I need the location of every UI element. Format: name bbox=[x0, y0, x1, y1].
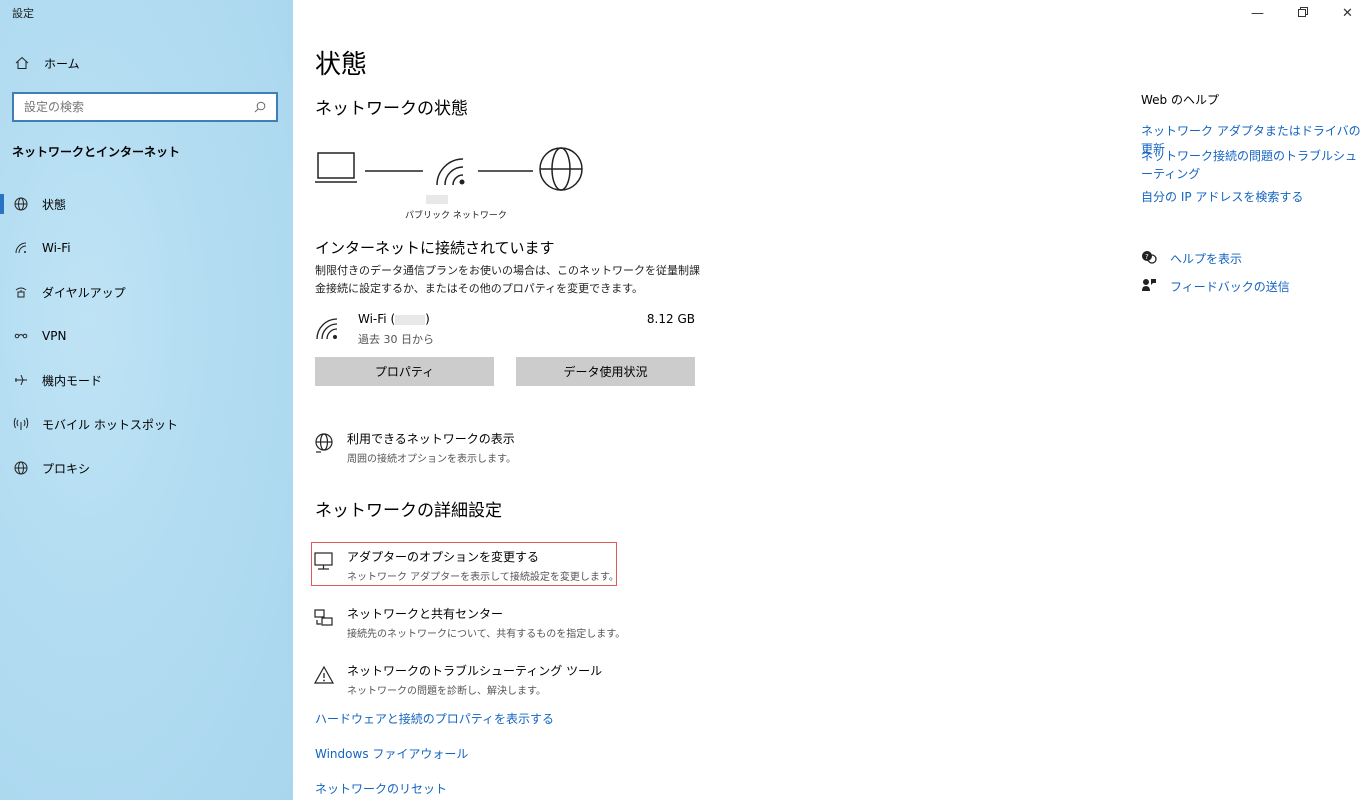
sharing-center-title: ネットワークと共有センター bbox=[347, 607, 504, 621]
wifi-name-suffix: ) bbox=[425, 312, 430, 326]
sharing-center-icon bbox=[313, 605, 347, 640]
sidebar-item-label: 機内モード bbox=[42, 373, 103, 388]
dialup-icon bbox=[0, 285, 42, 299]
troubleshooter-desc: ネットワークの問題を診断し、解決します。 bbox=[347, 686, 546, 697]
sidebar-item-label: プロキシ bbox=[42, 461, 91, 476]
troubleshooter-title: ネットワークのトラブルシューティング ツール bbox=[347, 664, 603, 678]
data-usage-button[interactable]: データ使用状況 bbox=[516, 357, 695, 386]
sidebar-item-dialup[interactable]: ダイヤルアップ bbox=[0, 270, 293, 314]
show-networks-link[interactable]: 利用できるネットワークの表示 周囲の接続オプションを表示します。 bbox=[313, 430, 516, 465]
main-content: 状態 ネットワークの状態 パブリック ネットワーク インターネットに接続されてい… bbox=[293, 0, 1370, 800]
search-icon[interactable] bbox=[254, 98, 266, 117]
feedback-icon bbox=[1141, 278, 1170, 295]
sidebar-item-label: VPN bbox=[42, 329, 67, 343]
feedback-link[interactable]: フィードバックの送信 bbox=[1141, 278, 1290, 295]
usage-period: 過去 30 日から bbox=[358, 333, 434, 346]
internet-globe-icon bbox=[539, 147, 583, 191]
section-heading: ネットワークとインターネット bbox=[12, 145, 181, 159]
sharing-center-desc: 接続先のネットワークについて、共有するものを指定します。 bbox=[347, 629, 626, 640]
warning-icon bbox=[313, 662, 347, 697]
sidebar-item-label: Wi-Fi bbox=[42, 241, 71, 255]
sidebar-item-label: ダイヤルアップ bbox=[42, 285, 126, 300]
home-nav-item[interactable]: ホーム bbox=[0, 50, 293, 76]
adapter-options-desc: ネットワーク アダプターを表示して接続設定を変更します。 bbox=[347, 572, 619, 583]
network-reset-link[interactable]: ネットワークのリセット bbox=[315, 780, 447, 797]
redacted-ssid bbox=[395, 314, 426, 325]
adapter-options-title: アダプターのオプションを変更する bbox=[347, 550, 540, 564]
page-title: 状態 bbox=[315, 50, 368, 80]
sidebar-item-label: 状態 bbox=[42, 197, 67, 212]
redacted-network-name bbox=[426, 195, 448, 204]
help-chat-icon: ? bbox=[1141, 250, 1170, 267]
sharing-center-link[interactable]: ネットワークと共有センター 接続先のネットワークについて、共有するものを指定しま… bbox=[313, 605, 625, 640]
hardware-properties-link[interactable]: ハードウェアと接続のプロパティを表示する bbox=[315, 710, 554, 727]
show-networks-title: 利用できるネットワークの表示 bbox=[347, 432, 515, 446]
change-adapter-options-link[interactable]: アダプターのオプションを変更する ネットワーク アダプターを表示して接続設定を変… bbox=[313, 548, 619, 583]
network-status-heading: ネットワークの状態 bbox=[315, 99, 468, 119]
get-help-label: ヘルプを表示 bbox=[1170, 252, 1243, 266]
svg-text:?: ? bbox=[1145, 253, 1149, 261]
wifi-name: Wi-Fi () bbox=[358, 312, 430, 326]
sidebar-item-wifi[interactable]: Wi-Fi bbox=[0, 226, 293, 270]
network-type-label: パブリック ネットワーク bbox=[405, 211, 507, 221]
sidebar: 設定 ホーム ネットワークとインターネット 状態 Wi-Fi bbox=[0, 0, 293, 800]
show-networks-desc: 周囲の接続オプションを表示します。 bbox=[347, 454, 516, 465]
hotspot-icon bbox=[0, 417, 42, 431]
globe-icon bbox=[0, 461, 42, 475]
sidebar-item-status[interactable]: 状態 bbox=[0, 182, 293, 226]
laptop-icon bbox=[315, 152, 357, 183]
help-link-ip-address[interactable]: 自分の IP アドレスを検索する bbox=[1141, 188, 1366, 206]
help-link-troubleshoot[interactable]: ネットワーク接続の問題のトラブルシューティング bbox=[1141, 147, 1366, 183]
search-input[interactable] bbox=[24, 100, 254, 114]
settings-search-box[interactable] bbox=[12, 92, 278, 122]
troubleshooter-link[interactable]: ネットワークのトラブルシューティング ツール ネットワークの問題を診断し、解決し… bbox=[313, 662, 602, 697]
sidebar-item-airplane[interactable]: 機内モード bbox=[0, 358, 293, 402]
advanced-settings-heading: ネットワークの詳細設定 bbox=[315, 501, 502, 521]
network-adapter-icon bbox=[313, 548, 347, 583]
sidebar-item-hotspot[interactable]: モバイル ホットスポット bbox=[0, 402, 293, 446]
connection-status-title: インターネットに接続されています bbox=[315, 239, 555, 257]
sidebar-nav: 状態 Wi-Fi ダイヤルアップ VPN 機内モード モバイル ホットスポット … bbox=[0, 182, 293, 490]
wifi-name-prefix: Wi-Fi ( bbox=[358, 312, 396, 326]
feedback-label: フィードバックの送信 bbox=[1170, 280, 1290, 294]
firewall-link[interactable]: Windows ファイアウォール bbox=[315, 745, 468, 762]
airplane-icon bbox=[0, 373, 42, 387]
connection-description: 制限付きのデータ通信プランをお使いの場合は、このネットワークを従量制課金接続に設… bbox=[315, 264, 700, 295]
network-diagram bbox=[315, 147, 583, 191]
globe-status-icon bbox=[0, 197, 42, 211]
get-help-link[interactable]: ? ヘルプを表示 bbox=[1141, 250, 1242, 267]
home-icon bbox=[0, 56, 44, 70]
wifi-signal-icon bbox=[436, 158, 465, 186]
network-globe-icon bbox=[313, 430, 347, 465]
sidebar-item-proxy[interactable]: プロキシ bbox=[0, 446, 293, 490]
home-label: ホーム bbox=[44, 56, 80, 71]
web-help-heading: Web のヘルプ bbox=[1141, 93, 1219, 107]
wifi-icon bbox=[0, 241, 42, 255]
window-title: 設定 bbox=[12, 7, 34, 20]
wifi-icon bbox=[315, 317, 339, 345]
wifi-connection-card: Wi-Fi () 過去 30 日から 8.12 GB bbox=[315, 311, 695, 351]
data-usage-amount: 8.12 GB bbox=[646, 312, 695, 326]
properties-button[interactable]: プロパティ bbox=[315, 357, 494, 386]
sidebar-item-label: モバイル ホットスポット bbox=[42, 417, 178, 432]
vpn-icon bbox=[0, 329, 42, 343]
sidebar-item-vpn[interactable]: VPN bbox=[0, 314, 293, 358]
